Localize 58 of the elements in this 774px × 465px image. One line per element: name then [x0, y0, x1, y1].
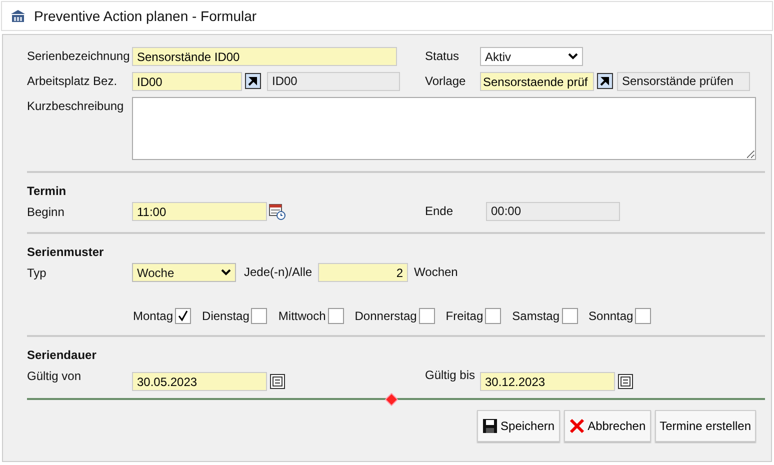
readonly-field: 00:00 — [486, 202, 620, 221]
field-label: Jede(-n)/Alle — [244, 264, 312, 279]
field-label: Vorlage — [425, 73, 467, 88]
day-label: Sonntag — [588, 309, 634, 323]
input-field[interactable]: 30.12.2023 — [480, 372, 615, 391]
chevron-icon — [221, 269, 231, 276]
day-checkbox[interactable] — [328, 308, 344, 324]
section-heading: Seriendauer — [27, 348, 98, 362]
input-field[interactable]: 30.05.2023 — [132, 372, 267, 391]
calendar-icon[interactable] — [270, 374, 285, 389]
diamond-handle-icon[interactable] — [385, 393, 398, 406]
type-dropdown[interactable]: Woche — [132, 263, 236, 282]
calendar-icon[interactable] — [618, 374, 633, 389]
input-field[interactable]: ID00 — [132, 72, 242, 91]
save-button[interactable]: Speichern — [476, 410, 560, 442]
action-button[interactable]: Termine erstellen — [654, 410, 756, 442]
arrow-icon — [600, 76, 610, 86]
close-icon — [568, 418, 585, 434]
day-checkbox[interactable] — [562, 308, 578, 324]
input-field[interactable]: 11:00 — [132, 202, 267, 221]
field-label: Arbeitsplatz Bez. — [27, 73, 118, 88]
arrow-icon — [248, 76, 258, 86]
day-checkbox[interactable] — [635, 308, 652, 324]
unit-label: Wochen — [414, 264, 458, 279]
cancel-button[interactable]: Abbrechen — [564, 410, 651, 442]
field-label: Serienbezeichnung — [27, 48, 131, 63]
window-title: Preventive Action planen - Formular — [34, 8, 257, 24]
day-checkbox[interactable] — [485, 308, 502, 324]
building-icon — [10, 9, 26, 23]
readonly-field: ID00 — [267, 72, 400, 91]
calendar-clock-icon[interactable] — [269, 204, 286, 220]
status-dropdown[interactable]: Aktiv — [480, 47, 583, 66]
day-label: Mittwoch — [278, 309, 326, 323]
field-label: Typ — [27, 265, 48, 280]
readonly-field: Sensorstände prüfen — [617, 72, 750, 91]
day-label: Freitag — [446, 309, 484, 323]
input-field[interactable]: 2 — [318, 263, 408, 282]
link-button[interactable] — [245, 73, 261, 89]
day-checkbox[interactable] — [175, 308, 192, 324]
description-textarea[interactable] — [132, 97, 756, 160]
day-label: Donnerstag — [354, 309, 417, 323]
field-label: Kurzbeschreibung — [27, 98, 125, 113]
day-checkbox[interactable] — [251, 308, 268, 324]
field-label: Gültig bis — [425, 367, 476, 382]
input-field[interactable]: Sensorstaende prüf — [480, 72, 594, 91]
section-heading: Termin — [27, 184, 68, 198]
field-label: Gültig von — [27, 368, 82, 383]
input-field[interactable]: Sensorstände ID00 — [132, 47, 397, 66]
section-heading: Serienmuster — [27, 245, 105, 259]
field-label: Status — [425, 48, 460, 63]
day-label: Samstag — [512, 309, 560, 323]
day-checkbox[interactable] — [418, 308, 435, 324]
day-label: Dienstag — [202, 309, 250, 323]
link-button[interactable] — [597, 73, 613, 89]
day-label: Montag — [133, 309, 174, 323]
field-label: Beginn — [27, 204, 66, 219]
field-label: Ende — [425, 203, 454, 218]
chevron-icon — [568, 53, 578, 60]
